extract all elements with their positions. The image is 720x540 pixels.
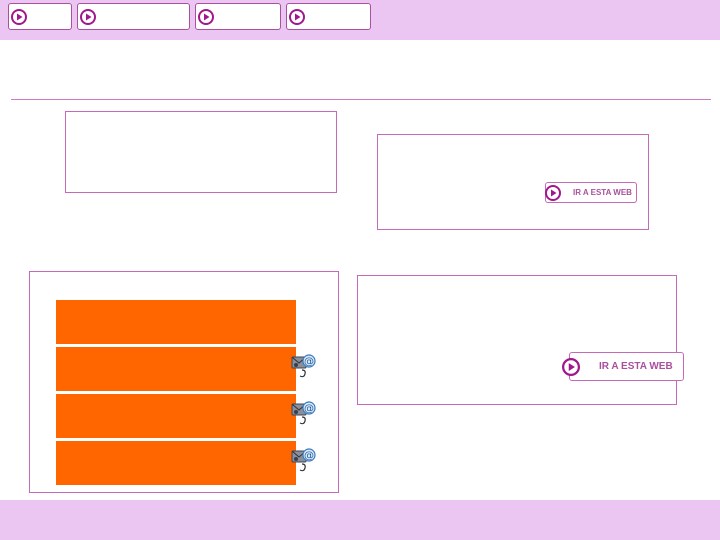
- play-icon: [11, 9, 27, 25]
- nav-button-1[interactable]: [8, 3, 72, 30]
- play-icon: [562, 358, 580, 376]
- play-icon: [545, 185, 561, 201]
- list-row-2[interactable]: [56, 347, 296, 391]
- mail-at-icon[interactable]: @: [291, 447, 317, 473]
- go-to-site-button-lower[interactable]: IR A ESTA WEB: [562, 352, 684, 381]
- header-divider: [11, 99, 711, 100]
- play-icon: [198, 9, 214, 25]
- nav-button-3[interactable]: [195, 3, 281, 30]
- play-icon: [80, 9, 96, 25]
- svg-text:@: @: [304, 404, 314, 415]
- top-nav-bar: [0, 0, 720, 40]
- nav-button-2[interactable]: [77, 3, 190, 30]
- mail-at-icon[interactable]: @: [291, 353, 317, 379]
- info-panel-lower-right: [357, 275, 677, 405]
- info-panel-upper-left: [65, 111, 337, 193]
- svg-text:@: @: [304, 451, 314, 462]
- go-to-site-label: IR A ESTA WEB: [573, 188, 632, 197]
- footer-bar: [0, 500, 720, 540]
- list-row-1[interactable]: [56, 300, 296, 344]
- go-to-site-label: IR A ESTA WEB: [599, 361, 673, 372]
- list-row-3[interactable]: [56, 394, 296, 438]
- go-to-site-button-upper[interactable]: IR A ESTA WEB: [545, 182, 637, 203]
- nav-button-4[interactable]: [286, 3, 371, 30]
- play-icon: [289, 9, 305, 25]
- list-row-4[interactable]: [56, 441, 296, 485]
- svg-text:@: @: [304, 357, 314, 368]
- mail-at-icon[interactable]: @: [291, 400, 317, 426]
